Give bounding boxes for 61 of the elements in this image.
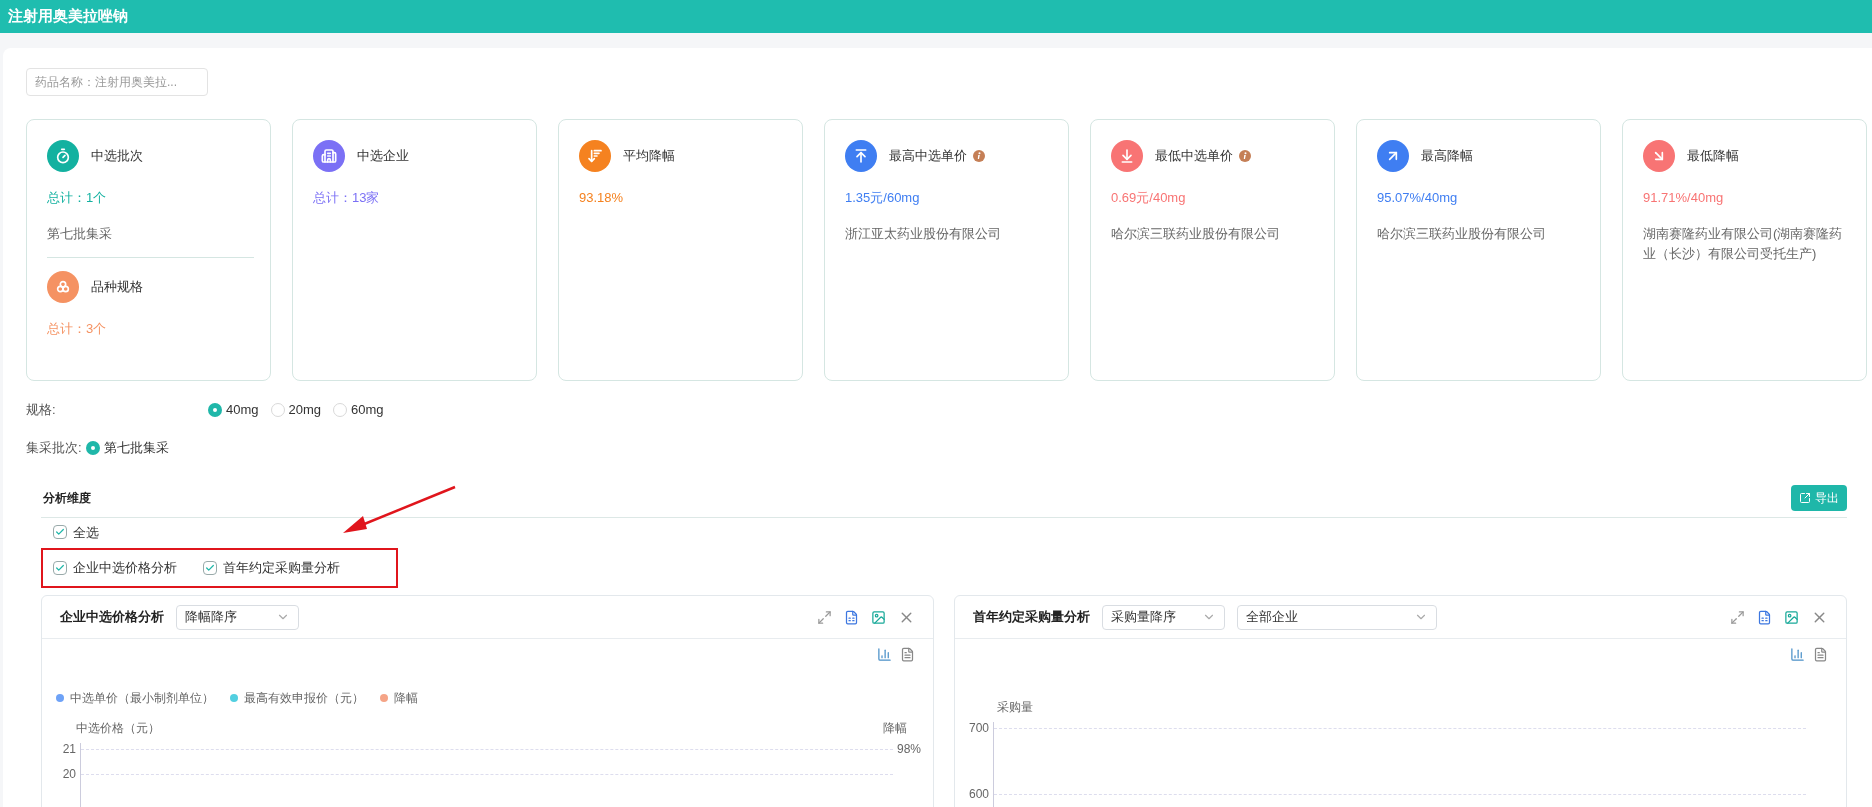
- legend-label: 最高有效申报价（元）: [244, 690, 364, 707]
- card-detail: 第七批集采: [47, 224, 113, 243]
- spreadsheet-icon[interactable]: [844, 609, 859, 625]
- radio-option[interactable]: 20mg: [270, 400, 322, 420]
- sort-dropdown[interactable]: 全部企业: [1237, 604, 1437, 630]
- y-tick-label: 20: [62, 768, 76, 781]
- spec-label: 规格:: [26, 401, 57, 420]
- card-value: 总计：3个: [47, 319, 108, 338]
- card-detail: 哈尔滨三联药业股份有限公司: [1377, 224, 1547, 243]
- card-title: 中选企业: [357, 147, 409, 166]
- card-title: 中选批次: [91, 147, 143, 166]
- card-value: 95.07%/40mg: [1377, 189, 1459, 207]
- y-tick-label: 700: [968, 722, 989, 735]
- page-title: 注射用奥美拉唑钠: [8, 6, 128, 27]
- checkbox-option[interactable]: 全选: [53, 522, 1847, 542]
- radio-option[interactable]: 60mg: [333, 400, 384, 420]
- panel-title: 首年约定采购量分析: [973, 608, 1090, 627]
- radio-option[interactable]: 第七批集采: [85, 438, 169, 458]
- image-icon[interactable]: [1784, 609, 1799, 625]
- card-detail: 哈尔滨三联药业股份有限公司: [1111, 224, 1281, 243]
- panel-title: 企业中选价格分析: [60, 608, 164, 627]
- sort-dropdown[interactable]: 采购量降序: [1102, 604, 1225, 630]
- card-value: 91.71%/40mg: [1643, 189, 1725, 207]
- section-title: 分析维度: [43, 490, 91, 507]
- card-value: 总计：13家: [313, 189, 381, 207]
- card-value: 1.35元/60mg: [845, 189, 921, 207]
- batch-label: 集采批次:: [26, 439, 82, 457]
- external-link-icon: [1799, 492, 1811, 504]
- info-icon: [1239, 150, 1251, 162]
- bar-chart-icon[interactable]: [877, 647, 892, 662]
- card-title: 最低降幅: [1687, 147, 1739, 166]
- expand-icon[interactable]: [817, 609, 832, 625]
- info-icon: [973, 150, 985, 162]
- checkbox-option[interactable]: 企业中选价格分析: [53, 558, 177, 578]
- document-icon[interactable]: [1813, 647, 1828, 662]
- image-icon[interactable]: [871, 609, 886, 625]
- right-tick-label: 98%: [897, 743, 923, 756]
- card-value: 总计：1个: [47, 189, 108, 207]
- card-title: 平均降幅: [623, 147, 675, 166]
- sort-dropdown[interactable]: 降幅降序: [176, 604, 299, 630]
- legend-label: 降幅: [394, 690, 418, 707]
- y-tick-label: 600: [968, 788, 989, 801]
- card-title: 最低中选单价: [1155, 147, 1233, 166]
- card-detail: 湖南赛隆药业有限公司(湖南赛隆药业（长沙）有限公司受托生产): [1643, 224, 1844, 263]
- y-axis-title: 中选价格（元）: [76, 720, 160, 737]
- right-axis-title: 降幅: [883, 720, 907, 737]
- checkbox-option[interactable]: 首年约定采购量分析: [203, 558, 340, 578]
- spreadsheet-icon[interactable]: [1757, 609, 1772, 625]
- radio-option[interactable]: 40mg: [208, 400, 259, 420]
- card-title: 最高中选单价: [889, 147, 967, 166]
- expand-icon[interactable]: [1730, 609, 1745, 625]
- y-tick-label: 21: [62, 743, 76, 756]
- y-axis-title: 采购量: [997, 699, 1033, 716]
- bar-chart-icon[interactable]: [1790, 647, 1805, 662]
- card-value: 0.69元/40mg: [1111, 189, 1187, 207]
- card-detail: 浙江亚太药业股份有限公司: [845, 224, 1002, 243]
- legend-label: 中选单价（最小制剂单位）: [70, 690, 214, 707]
- document-icon[interactable]: [900, 647, 915, 662]
- card-value: 93.18%: [579, 189, 625, 207]
- card-title: 品种规格: [91, 277, 143, 296]
- card-title: 最高降幅: [1421, 147, 1473, 166]
